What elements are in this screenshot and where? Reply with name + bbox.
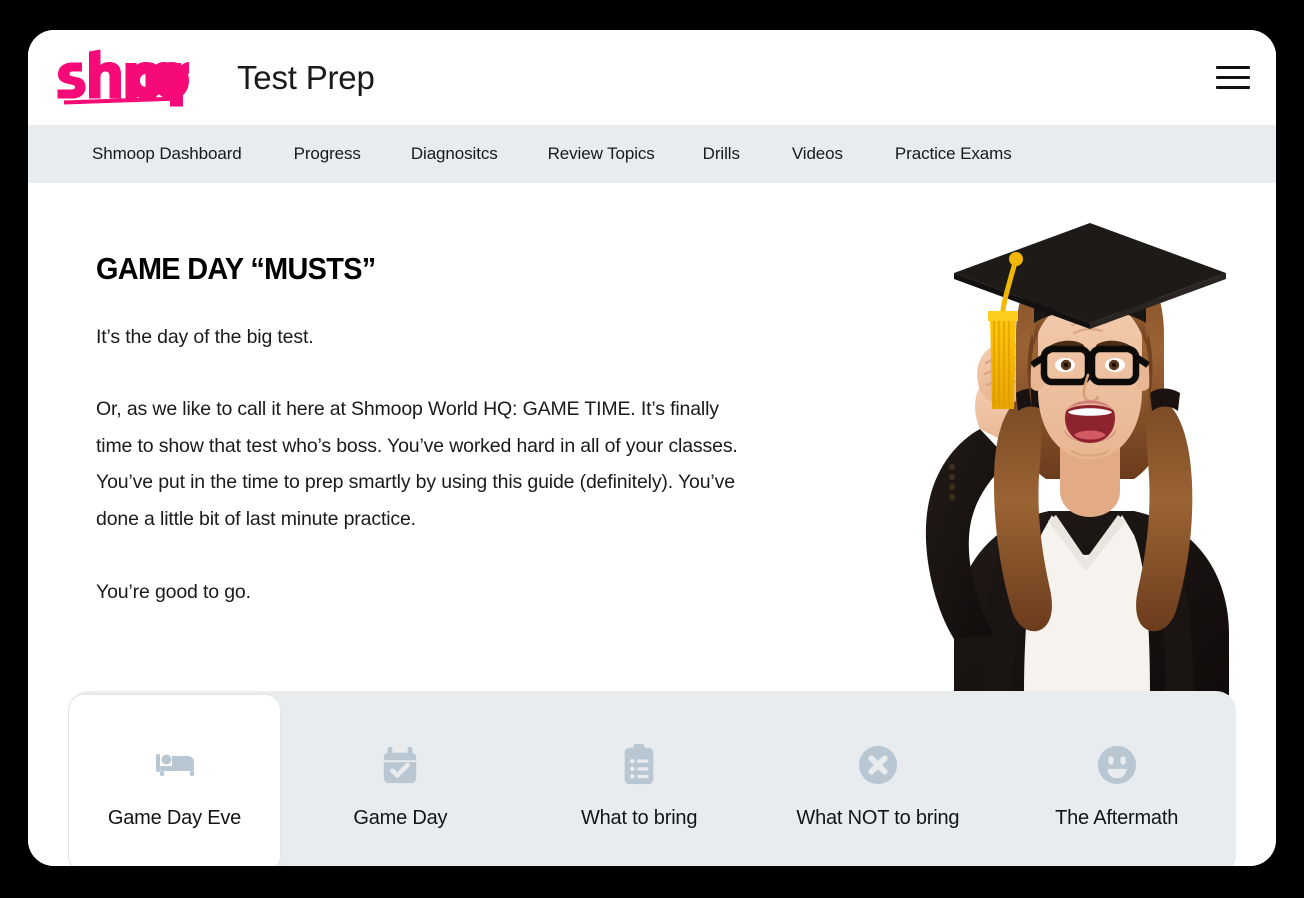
nav-item-shmoop-dashboard[interactable]: Shmoop Dashboard — [92, 144, 242, 164]
calendar-check-icon — [378, 743, 422, 787]
smiley-face-icon — [1095, 743, 1139, 787]
nav-item-drills[interactable]: Drills — [703, 144, 740, 164]
main-content: GAME DAY “MUSTS” It’s the day of the big… — [28, 183, 1276, 866]
tab-label: What NOT to bring — [796, 806, 960, 829]
menu-bar-1 — [1216, 66, 1250, 69]
nav-item-practice-exams[interactable]: Practice Exams — [895, 144, 1012, 164]
bed-icon — [153, 743, 197, 787]
article-heading: GAME DAY “MUSTS” — [96, 251, 376, 286]
tab-label: Game Day — [353, 806, 448, 829]
page-title: Test Prep — [237, 59, 375, 96]
menu-bar-2 — [1216, 76, 1250, 79]
nav-item-review-topics[interactable]: Review Topics — [548, 144, 655, 164]
app-card: Test Prep Shmoop Dashboard Progress Diag… — [28, 30, 1276, 866]
article-text: GAME DAY “MUSTS” It’s the day of the big… — [96, 251, 756, 611]
nav-item-diagnositcs[interactable]: Diagnositcs — [411, 144, 498, 164]
article-paragraph-3: You’re good to go. — [96, 581, 251, 604]
secondary-navigation: Shmoop Dashboard Progress Diagnositcs Re… — [28, 125, 1276, 183]
article-paragraph-2: Or, as we like to call it here at Shmoop… — [96, 398, 738, 530]
nav-item-videos[interactable]: Videos — [792, 144, 843, 164]
tab-game-day-eve[interactable]: Game Day Eve — [68, 694, 281, 866]
hamburger-menu-icon[interactable] — [1206, 61, 1250, 95]
tab-what-not-to-bring[interactable]: What NOT to bring — [759, 691, 998, 866]
tab-the-aftermath[interactable]: The Aftermath — [997, 691, 1236, 866]
section-tab-bar: Game Day Eve Game Day What to bring What… — [68, 691, 1236, 866]
clipboard-list-icon — [617, 743, 661, 787]
tab-label: The Aftermath — [1055, 806, 1179, 829]
nav-item-progress[interactable]: Progress — [294, 144, 361, 164]
menu-bar-3 — [1216, 86, 1250, 89]
app-header: Test Prep — [28, 30, 1276, 125]
tab-label: Game Day Eve — [107, 806, 242, 829]
graduate-student-cheering-photo — [834, 215, 1276, 695]
shmoop-logo[interactable] — [56, 48, 192, 108]
x-circle-icon — [856, 743, 900, 787]
tab-label: What to bring — [580, 806, 698, 829]
tab-game-day[interactable]: Game Day — [281, 691, 520, 866]
article-paragraph-1: It’s the day of the big test. — [96, 325, 314, 348]
tab-what-to-bring[interactable]: What to bring — [520, 691, 759, 866]
